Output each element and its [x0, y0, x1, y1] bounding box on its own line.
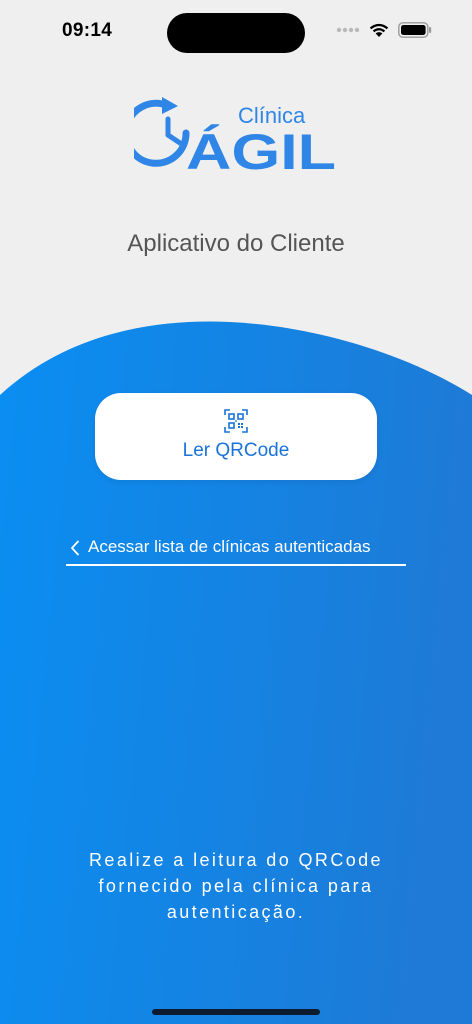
read-qrcode-button[interactable]: Ler QRCode — [95, 393, 377, 480]
logo-main-text: ÁGIL — [186, 124, 336, 177]
read-qrcode-label: Ler QRCode — [182, 440, 290, 461]
authenticated-clinics-link-label: Acessar lista de clínicas autenticadas — [88, 537, 371, 556]
wifi-icon — [369, 23, 389, 37]
status-bar: 09:14 — [0, 0, 472, 60]
status-time: 09:14 — [62, 20, 113, 41]
screen: 09:14 Clínica ÁGIL Aplicativo do Cliente… — [0, 0, 472, 1024]
app-subtitle: Aplicativo do Cliente — [127, 230, 345, 257]
link-underline — [66, 564, 406, 566]
status-icons — [336, 22, 432, 38]
signal-dots-icon — [336, 27, 360, 33]
chevron-left-icon — [71, 540, 79, 556]
instruction-line-3: autenticação. — [166, 902, 306, 922]
dynamic-island — [167, 13, 305, 53]
instruction-line-1: Realize a leitura do QRCode — [89, 850, 383, 870]
home-indicator[interactable] — [152, 1009, 320, 1015]
authenticated-clinics-link[interactable]: Acessar lista de clínicas autenticadas — [66, 534, 406, 566]
battery-icon — [398, 22, 432, 38]
clinica-agil-logo: Clínica ÁGIL — [134, 97, 336, 177]
instruction-line-2: fornecido pela clínica para — [98, 876, 374, 896]
instruction-text: Realize a leitura do QRCode fornecido pe… — [56, 847, 416, 925]
qrcode-icon — [224, 409, 248, 433]
